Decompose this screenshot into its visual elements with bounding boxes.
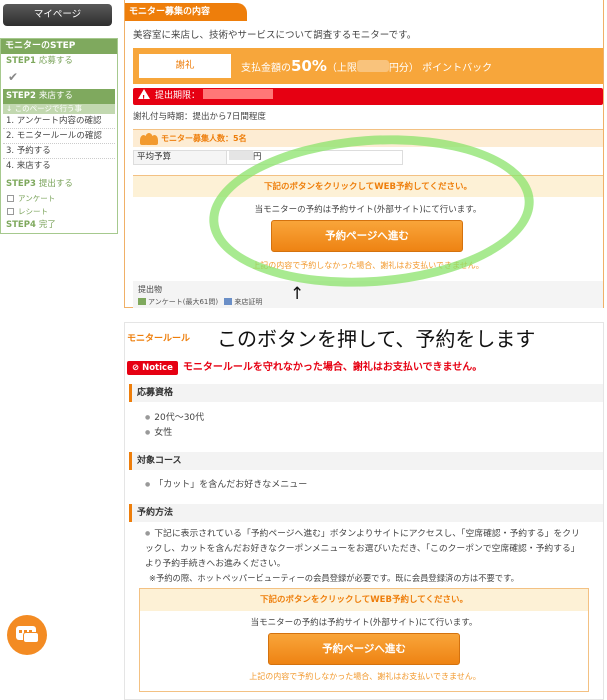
step3: STEP3 提出する	[1, 177, 117, 192]
reserve-page-button-2[interactable]: 予約ページへ進む	[268, 633, 460, 665]
step3-item: アンケート	[1, 192, 117, 205]
step4: STEP4 完了	[1, 218, 117, 233]
step2: STEP2 来店する	[3, 89, 115, 104]
step2-num: STEP2	[6, 91, 36, 101]
step4-num: STEP4	[6, 220, 36, 230]
deadline-bar: 提出期限：	[133, 88, 603, 107]
step4-label: 完了	[38, 220, 56, 230]
recruit-panel: モニター募集の内容 美容室に来店し、技術やサービスについて調査するモニターです。…	[124, 0, 604, 308]
notice-text: モニタールールを守れなかった場合、謝礼はお支払いできません。	[182, 362, 483, 373]
method-heading: 予約方法	[129, 504, 603, 522]
step2-item[interactable]: 4. 来店する	[3, 159, 115, 174]
arrow-up-icon: ↑	[290, 284, 305, 304]
chat-bubble-icon[interactable]	[7, 615, 47, 655]
deadline-label: 提出期限：	[155, 91, 201, 101]
mypage-button[interactable]: マイページ	[3, 4, 112, 26]
reward-box: 謝礼 支払金額の50%（上限 円分） ポイントバック	[133, 48, 603, 84]
notice-badge: ⊘ Notice	[127, 361, 178, 375]
budget-unit: 円	[253, 152, 262, 162]
people-icon	[140, 133, 158, 145]
rules-panel: モニタールール このボタンを押して、予約をします ⊘ Notice モニタールール…	[124, 322, 604, 700]
callout-text: このボタンを押して、予約をします	[217, 327, 536, 351]
reserve-notice-box: 下記のボタンをクリックしてWEB予約してください。 当モニターの予約は予約サイト…	[139, 588, 589, 692]
method-text: 下記に表示されている「予約ページへ進む」ボタンよりサイトにアクセスし、「空席確認…	[145, 526, 585, 572]
receipt-icon	[224, 298, 233, 305]
eligibility-item: 20代〜30代	[145, 410, 204, 423]
submission-items: アンケート(最大61問) 来店証明	[138, 297, 598, 307]
monitor-steps: モニターのSTEP STEP1 応募する ✔ STEP2 来店する ↓ このページで…	[0, 38, 118, 234]
budget-key: 平均予算	[134, 151, 227, 164]
method-note: ※予約の際、ホットペッパービューティーの会員登録が必要です。既に会員登録済の方は…	[149, 573, 519, 583]
reward-label: 謝礼	[139, 54, 231, 78]
rules-header: モニタールール このボタンを押して、予約をします	[125, 323, 603, 353]
check-icon: ✔	[8, 70, 19, 84]
course-heading: 対象コース	[129, 452, 603, 470]
recruit-intro: 美容室に来店し、技術やサービスについて調査するモニターです。	[133, 30, 417, 41]
reserve-notice-2: 下記のボタンをクリックしてWEB予約してください。	[140, 589, 588, 611]
eligibility-item: 女性	[145, 425, 172, 438]
checkbox-icon	[7, 195, 14, 202]
step3-item: レシート	[1, 205, 117, 218]
redacted-budget	[229, 151, 253, 160]
step1-num: STEP1	[6, 56, 36, 66]
step2-item[interactable]: 3. 予約する	[3, 144, 115, 159]
course-item: 「カット」を含んだお好きなメニュー	[145, 477, 307, 490]
reserve-warning-2: 上記の内容で予約しなかった場合、謝礼はお支払いできません。	[249, 672, 481, 681]
step2-label: 来店する	[38, 91, 73, 101]
rules-notice: ⊘ Notice モニタールールを守れなかった場合、謝礼はお支払いできません。	[127, 358, 482, 375]
step3-label: 提出する	[38, 179, 73, 189]
step3-num: STEP3	[6, 179, 36, 189]
recruit-tab-title: モニター募集の内容	[125, 3, 247, 21]
warning-icon	[138, 89, 150, 107]
step2-sub-title: ↓ このページで行う事	[3, 104, 115, 114]
eligibility-heading: 応募資格	[129, 384, 603, 402]
checkbox-icon	[7, 208, 14, 215]
steps-title: モニターのSTEP	[1, 39, 117, 54]
step1: STEP1 応募する	[1, 54, 117, 69]
step2-item[interactable]: 2. モニタールールの確認	[3, 129, 115, 144]
step1-label: 応募する	[38, 56, 73, 66]
reward-percent: 50%	[291, 57, 327, 75]
external-site-text-2: 当モニターの予約は予約サイト(外部サイト)にて行います。	[250, 618, 478, 628]
survey-icon	[138, 298, 146, 305]
reward-timing: 謝礼付与時期：提出から7日間程度	[133, 112, 266, 122]
rules-title: モニタールール	[127, 334, 191, 344]
redacted-amount	[356, 60, 389, 72]
step2-item[interactable]: 1. アンケート内容の確認	[3, 114, 115, 129]
reward-text: 支払金額の50%（上限 円分） ポイントバック	[241, 57, 493, 75]
redacted-deadline	[203, 89, 274, 99]
